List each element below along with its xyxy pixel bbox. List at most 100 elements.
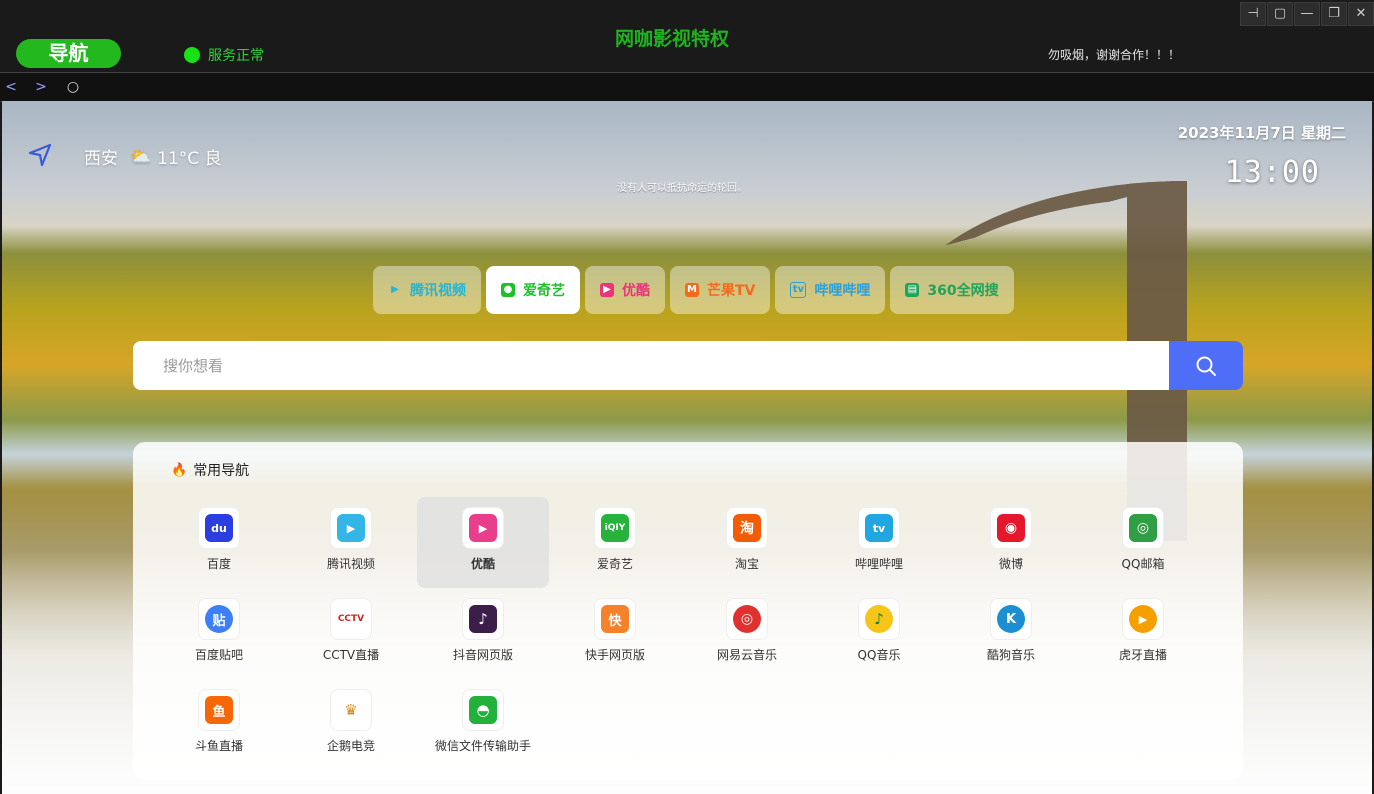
engine-tab-bilibili[interactable]: tv 哔哩哔哩 — [775, 266, 886, 314]
douyu-icon: 鱼 — [205, 696, 233, 724]
cloud-sun-icon: ⛅ — [130, 146, 152, 167]
minimize-icon[interactable]: — — [1294, 2, 1320, 26]
engine-label: 爱奇艺 — [523, 283, 565, 299]
cctv-icon: CCTV — [337, 605, 365, 633]
weather-info: 西安 ⛅ 11°C 良 — [84, 144, 222, 170]
nav-item-qq-music[interactable]: ♪ QQ音乐 — [813, 588, 945, 679]
back-icon[interactable]: < — [2, 78, 20, 96]
tencent-video-icon: ▶ — [337, 514, 365, 542]
netease-music-icon: ◎ — [733, 605, 761, 633]
nav-item-label: 斗鱼直播 — [194, 739, 243, 753]
nav-item-label: 微博 — [998, 557, 1023, 571]
nav-item-kuaishou[interactable]: 快快手网页版 — [549, 588, 681, 679]
tieba-icon: 贴 — [205, 605, 233, 633]
common-nav-panel: 🔥 常用导航 du 百度 ▶ 腾讯视频 ▶ 优酷 iQIY 爱奇艺 淘淘宝 tv 哔哩哔哩… — [133, 442, 1243, 780]
penguin-esports-icon: ♛ — [337, 696, 365, 724]
nav-item-cctv[interactable]: CCTV CCTV直播 — [285, 588, 417, 679]
browser-toolbar: < > ○ — [0, 72, 1374, 102]
youku-icon: ▶ — [600, 283, 614, 297]
forward-icon[interactable]: > — [32, 78, 50, 96]
nav-item-label: 爱奇艺 — [596, 557, 633, 571]
nav-item-tieba[interactable]: 贴百度贴吧 — [153, 588, 285, 679]
nav-item-douyin[interactable]: ♪ 抖音网页版 — [417, 588, 549, 679]
qq-music-icon: ♪ — [865, 605, 893, 633]
nav-item-label: 哔哩哔哩 — [854, 557, 903, 571]
nav-item-label: 百度贴吧 — [194, 648, 243, 662]
kugou-icon: K — [997, 605, 1025, 633]
nav-item-label: 微信文件传输助手 — [434, 739, 531, 753]
nav-item-taobao[interactable]: 淘淘宝 — [681, 497, 813, 588]
engine-tab-youku[interactable]: ▶ 优酷 — [585, 266, 665, 314]
fullscreen-icon[interactable]: ▢ — [1267, 2, 1293, 26]
weather-text: 11°C 良 — [157, 149, 222, 169]
weibo-icon: ◉ — [997, 514, 1025, 542]
panel-title: 🔥 常用导航 — [171, 460, 249, 480]
title-bar: 导航 服务正常 网咖影视特权 勿吸烟，谢谢合作！！！ ⊣ ▢ — ❐ ✕ — [0, 0, 1374, 72]
nav-item-baidu[interactable]: du 百度 — [153, 497, 285, 588]
nav-item-label: 抖音网页版 — [452, 648, 513, 662]
pin-icon[interactable]: ⊣ — [1240, 2, 1266, 26]
nav-item-label: 腾讯视频 — [326, 557, 375, 571]
fire-icon: 🔥 — [171, 462, 188, 478]
refresh-icon[interactable]: ○ — [64, 78, 82, 96]
nav-item-iqiyi[interactable]: iQIY 爱奇艺 — [549, 497, 681, 588]
nav-item-label: 酷狗音乐 — [986, 648, 1035, 662]
engine-label: 哔哩哔哩 — [814, 283, 871, 299]
notice-text: 勿吸烟，谢谢合作！！！ — [1048, 48, 1181, 62]
360-search-icon: ▤ — [905, 283, 920, 297]
nav-item-label: CCTV直播 — [322, 648, 380, 662]
nav-item-qq-mail[interactable]: ◎ QQ邮箱 — [1077, 497, 1209, 588]
wechat-icon: ◓ — [469, 696, 497, 724]
nav-item-label: 企鹅电竞 — [326, 739, 375, 753]
engine-tab-tencent[interactable]: ▶ 腾讯视频 — [373, 266, 481, 314]
nav-item-wechat-file-helper[interactable]: ◓ 微信文件传输助手 — [417, 679, 549, 770]
iqiyi-icon: iQIY — [601, 514, 629, 542]
nav-item-tencent-video[interactable]: ▶ 腾讯视频 — [285, 497, 417, 588]
engine-label: 芒果TV — [707, 283, 756, 299]
nav-item-label: 虎牙直播 — [1118, 648, 1167, 662]
search-button[interactable] — [1169, 341, 1243, 390]
engine-tab-iqiyi[interactable]: ● 爱奇艺 — [486, 266, 580, 314]
bilibili-icon: tv — [790, 282, 807, 298]
youku-icon: ▶ — [469, 514, 497, 542]
engine-label: 360全网搜 — [927, 283, 999, 299]
nav-item-label: 淘宝 — [734, 557, 759, 571]
engine-label: 优酷 — [622, 283, 650, 299]
nav-item-label: 快手网页版 — [584, 648, 645, 662]
restore-icon[interactable]: ❐ — [1321, 2, 1347, 26]
qq-mail-icon: ◎ — [1129, 514, 1157, 542]
nav-grid: du 百度 ▶ 腾讯视频 ▶ 优酷 iQIY 爱奇艺 淘淘宝 tv 哔哩哔哩 ◉ 微博 ◎ Q… — [153, 497, 1209, 770]
engine-tab-360[interactable]: ▤ 360全网搜 — [890, 266, 1014, 314]
engine-label: 腾讯视频 — [410, 283, 466, 299]
location-arrow-icon[interactable] — [28, 143, 52, 167]
nav-item-youku[interactable]: ▶ 优酷 — [417, 497, 549, 588]
nav-item-label: 网易云音乐 — [716, 648, 777, 662]
engine-tabs: ▶ 腾讯视频 ● 爱奇艺 ▶ 优酷 M 芒果TV tv 哔哩哔哩 ▤ 360全网… — [373, 266, 1019, 314]
nav-item-weibo[interactable]: ◉ 微博 — [945, 497, 1077, 588]
bilibili-icon: tv — [865, 514, 893, 542]
search-input[interactable] — [133, 341, 1169, 390]
window-controls: ⊣ ▢ — ❐ ✕ — [1239, 2, 1374, 26]
huya-icon: ▶ — [1129, 605, 1157, 633]
douyin-icon: ♪ — [469, 605, 497, 633]
nav-item-bilibili[interactable]: tv 哔哩哔哩 — [813, 497, 945, 588]
nav-item-penguin-esports[interactable]: ♛ 企鹅电竞 — [285, 679, 417, 770]
iqiyi-icon: ● — [501, 283, 515, 297]
play-icon: ▶ — [391, 284, 399, 295]
date-text: 2023年11月7日 星期二 — [1177, 124, 1346, 142]
nav-item-netease-music[interactable]: ◎ 网易云音乐 — [681, 588, 813, 679]
city-name: 西安 — [84, 149, 118, 169]
motto-text: 没有人可以抵抗命运的轮回。 — [617, 183, 747, 194]
nav-item-douyu[interactable]: 鱼斗鱼直播 — [153, 679, 285, 770]
taobao-icon: 淘 — [733, 514, 761, 542]
engine-tab-mango[interactable]: M 芒果TV — [670, 266, 771, 314]
nav-item-kugou[interactable]: K 酷狗音乐 — [945, 588, 1077, 679]
mango-icon: M — [685, 283, 699, 297]
close-icon[interactable]: ✕ — [1348, 2, 1374, 26]
kuaishou-icon: 快 — [601, 605, 629, 633]
nav-item-label: 优酷 — [470, 557, 495, 571]
baidu-icon: du — [205, 514, 233, 542]
nav-item-label: 百度 — [206, 557, 231, 571]
page-content: 西安 ⛅ 11°C 良 2023年11月7日 星期二 13:00 没有人可以抵抗… — [2, 101, 1372, 794]
nav-item-huya[interactable]: ▶ 虎牙直播 — [1077, 588, 1209, 679]
